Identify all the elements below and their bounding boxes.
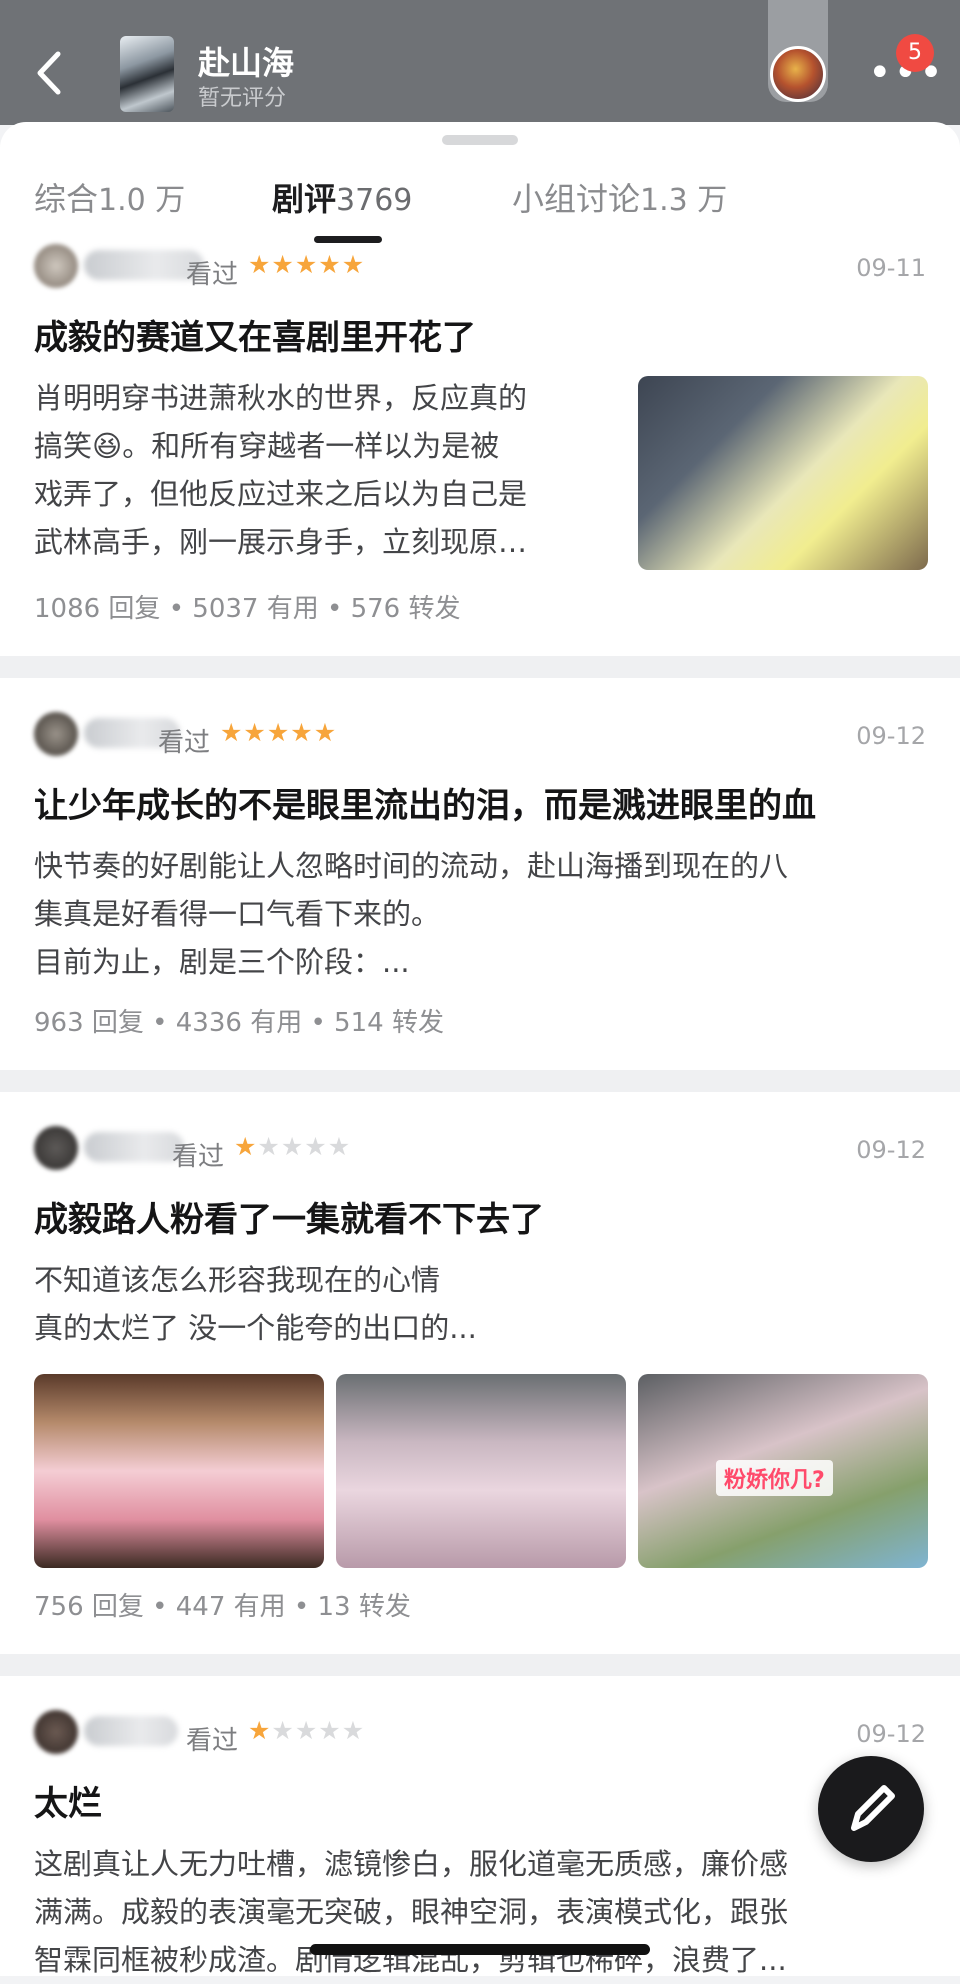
card-separator <box>0 1070 960 1092</box>
user-avatar[interactable] <box>770 46 826 102</box>
review-card[interactable]: 看过 ★★★★★ 09-11 成毅的赛道又在喜剧里开花了 肖明明穿书进萧秋水的世… <box>0 244 960 656</box>
star-filled-icon: ★ <box>266 718 291 747</box>
tab-group-discussion[interactable]: 小组讨论1.3 万 <box>512 174 727 220</box>
star-filled-icon: ★ <box>220 718 244 747</box>
body-line: 肖明明穿书进萧秋水的世界，反应真的 <box>34 381 528 415</box>
star-empty-icon: ★ <box>318 1716 342 1745</box>
star-rating: ★★★★★ <box>248 250 365 279</box>
star-filled-icon: ★ <box>294 250 319 279</box>
drag-handle[interactable] <box>442 135 518 145</box>
body-line: 目前为止，剧是三个阶段：... <box>34 945 410 979</box>
star-filled-icon: ★ <box>341 250 366 279</box>
tab-label: 小组讨论 <box>512 180 641 218</box>
star-filled-icon: ★ <box>243 718 267 747</box>
star-empty-icon: ★ <box>280 1132 305 1161</box>
poster-thumbnail[interactable] <box>120 36 174 112</box>
tab-reviews[interactable]: 剧评3769 <box>272 174 412 220</box>
back-arrow-icon[interactable] <box>30 48 70 98</box>
star-empty-icon: ★ <box>341 1716 366 1745</box>
star-empty-icon: ★ <box>327 1132 352 1161</box>
watch-status: 看过 <box>186 1726 239 1756</box>
review-title[interactable]: 成毅的赛道又在喜剧里开花了 <box>34 310 476 359</box>
star-filled-icon: ★ <box>248 1716 272 1745</box>
review-body: 肖明明穿书进萧秋水的世界，反应真的 搞笑😆。和所有穿越者一样以为是被 戏弄了，但… <box>34 374 527 566</box>
tab-count: 3769 <box>336 183 413 218</box>
avatar[interactable] <box>34 1126 78 1170</box>
card-separator <box>0 1654 960 1676</box>
review-card[interactable]: 看过 ★★★★★ 09-12 让少年成长的不是眼里流出的泪，而是溅进眼里的血 快… <box>0 678 960 1070</box>
review-title[interactable]: 成毅路人粉看了一集就看不下去了 <box>34 1192 544 1241</box>
body-line: 集真是好看得一口气看下来的。 <box>34 897 441 931</box>
review-meta: 看过 ★★★★★ 09-12 <box>34 1126 926 1176</box>
review-meta: 看过 ★★★★★ 09-12 <box>34 1710 926 1760</box>
review-card[interactable]: 看过 ★★★★★ 09-12 太烂 这剧真让人无力吐槽，滤镜惨白，服化道毫无质感… <box>0 1676 960 1977</box>
review-title[interactable]: 太烂 <box>34 1776 102 1825</box>
review-date: 09-12 <box>856 722 926 750</box>
body-line: 这剧真让人无力吐槽，滤镜惨白，服化道毫无质感，廉价感 <box>34 1847 789 1881</box>
review-image[interactable] <box>336 1374 626 1568</box>
watch-status: 看过 <box>172 1142 225 1172</box>
star-rating: ★★★★★ <box>234 1132 351 1161</box>
review-image[interactable] <box>638 376 928 570</box>
notification-badge: 5 <box>896 34 934 72</box>
image-caption: 粉娇你几? <box>716 1460 833 1496</box>
review-image[interactable]: 粉娇你几? <box>638 1374 928 1568</box>
review-meta: 看过 ★★★★★ 09-12 <box>34 712 926 762</box>
star-rating: ★★★★★ <box>220 718 337 747</box>
tab-overall[interactable]: 综合1.0 万 <box>34 174 185 220</box>
star-rating: ★★★★★ <box>248 1716 365 1745</box>
star-empty-icon: ★ <box>257 1132 281 1161</box>
star-filled-icon: ★ <box>313 718 338 747</box>
tab-count: 1.0 万 <box>98 183 186 218</box>
star-filled-icon: ★ <box>234 1132 258 1161</box>
review-stats: 756 回复 • 447 有用 • 13 转发 <box>34 1592 411 1622</box>
blurred-username[interactable] <box>84 1716 178 1746</box>
avatar[interactable] <box>34 712 78 756</box>
body-line: 不知道该怎么形容我现在的心情 <box>34 1263 441 1297</box>
review-image[interactable] <box>34 1374 324 1568</box>
page-title: 赴山海 <box>198 44 295 82</box>
star-filled-icon: ★ <box>271 250 295 279</box>
watch-status: 看过 <box>186 260 239 290</box>
card-separator <box>0 656 960 678</box>
review-meta: 看过 ★★★★★ 09-11 <box>34 244 926 294</box>
review-body: 快节奏的好剧能让人忽略时间的流动，赴山海播到现在的八 集真是好看得一口气看下来的… <box>34 842 788 986</box>
star-filled-icon: ★ <box>248 250 272 279</box>
star-filled-icon: ★ <box>290 718 314 747</box>
top-bar: 赴山海 暂无评分 ••• 5 <box>0 0 960 125</box>
blurred-username[interactable] <box>84 1132 184 1162</box>
body-line: 满满。成毅的表演毫无突破，眼神空洞，表演模式化，跟张 <box>34 1895 789 1929</box>
review-title[interactable]: 让少年成长的不是眼里流出的泪，而是溅进眼里的血 <box>34 778 816 827</box>
tab-label: 剧评 <box>272 180 337 218</box>
body-line: 戏弄了，但他反应过来之后以为自己是 <box>34 477 528 511</box>
star-empty-icon: ★ <box>304 1132 328 1161</box>
tab-bar: 综合1.0 万 剧评3769 小组讨论1.3 万 <box>0 162 960 245</box>
compose-button[interactable] <box>818 1756 924 1862</box>
review-body: 不知道该怎么形容我现在的心情 真的太烂了 没一个能夸的出口的... <box>34 1256 477 1352</box>
active-tab-indicator <box>314 236 382 243</box>
body-line: 武林高手，刚一展示身手，立刻现原… <box>34 525 528 559</box>
pencil-icon <box>851 1785 895 1831</box>
tab-label: 综合 <box>34 180 99 218</box>
star-empty-icon: ★ <box>294 1716 319 1745</box>
rating-status: 暂无评分 <box>198 86 287 111</box>
review-body: 这剧真让人无力吐槽，滤镜惨白，服化道毫无质感，廉价感 满满。成毅的表演毫无突破，… <box>34 1840 788 1984</box>
home-indicator <box>310 1944 650 1955</box>
body-line: 快节奏的好剧能让人忽略时间的流动，赴山海播到现在的八 <box>34 849 789 883</box>
tab-count: 1.3 万 <box>640 183 728 218</box>
body-line: 真的太烂了 没一个能夸的出口的... <box>34 1311 477 1345</box>
watch-status: 看过 <box>158 728 211 758</box>
body-line: 搞笑😆。和所有穿越者一样以为是被 <box>34 429 500 463</box>
review-date: 09-12 <box>856 1136 926 1164</box>
avatar[interactable] <box>34 244 78 288</box>
star-empty-icon: ★ <box>271 1716 295 1745</box>
review-stats: 1086 回复 • 5037 有用 • 576 转发 <box>34 594 461 624</box>
review-stats: 963 回复 • 4336 有用 • 514 转发 <box>34 1008 444 1038</box>
star-filled-icon: ★ <box>318 250 342 279</box>
review-date: 09-11 <box>856 254 926 282</box>
avatar[interactable] <box>34 1710 78 1754</box>
review-date: 09-12 <box>856 1720 926 1748</box>
review-card[interactable]: 看过 ★★★★★ 09-12 成毅路人粉看了一集就看不下去了 不知道该怎么形容我… <box>0 1092 960 1654</box>
